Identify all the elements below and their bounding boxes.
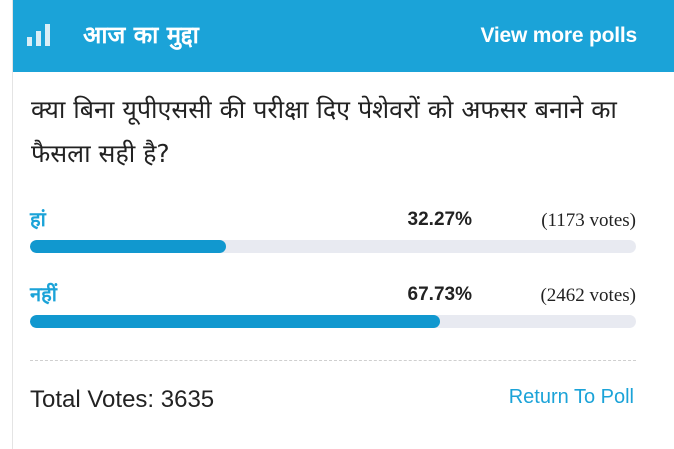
option-votes: (2462 votes) [540, 285, 636, 306]
option-percent: 32.27% [407, 209, 472, 230]
poll-title: आज का मुद्दा [83, 21, 199, 49]
divider [30, 360, 636, 361]
poll-header: आज का मुद्दा View more polls [13, 0, 674, 72]
result-bar-fill [30, 240, 226, 253]
result-bar-track [30, 315, 636, 328]
poll-question: क्या बिना यूपीएससी की परीक्षा दिए पेशेवर… [31, 95, 617, 168]
total-votes: Total Votes: 3635 [30, 386, 215, 413]
poll-widget: आज का मुद्दा View more polls क्या बिना य… [12, 0, 674, 449]
option-label: नहीं [30, 282, 57, 306]
option-percent: 67.73% [407, 284, 472, 305]
option-votes: (1173 votes) [541, 210, 636, 231]
poll-bars-icon [27, 24, 55, 46]
return-to-poll-link[interactable]: Return To Poll [509, 386, 634, 409]
view-more-polls-link[interactable]: View more polls [481, 24, 638, 48]
option-label: हां [30, 207, 46, 231]
result-bar-track [30, 240, 636, 253]
result-bar-fill [30, 315, 441, 328]
